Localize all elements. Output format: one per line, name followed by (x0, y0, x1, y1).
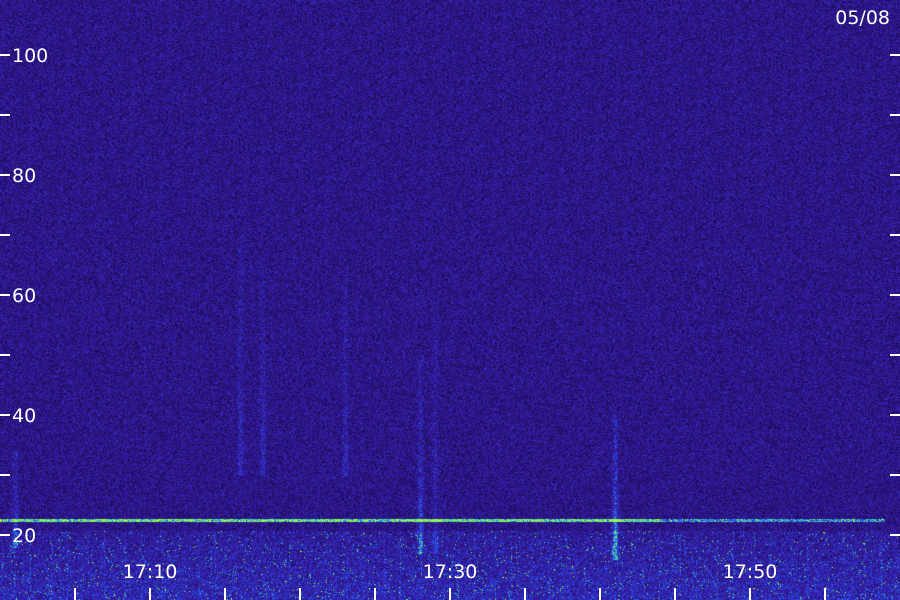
x-tick-label: 17:50 (723, 561, 778, 583)
x-tick-label: 17:10 (123, 561, 178, 583)
y-tick-label: 60 (12, 285, 36, 307)
y-tick-label: 20 (12, 525, 36, 547)
y-tick-label: 40 (12, 405, 36, 427)
spectrogram-chart: 20 40 60 80 100 17:10 17:30 17:50 05/08 (0, 0, 900, 600)
y-ticks-right (890, 54, 900, 536)
y-tick-label: 80 (12, 165, 36, 187)
x-tick-label: 17:30 (423, 561, 478, 583)
y-tick-labels: 20 40 60 80 100 (12, 45, 48, 547)
y-tick-label: 100 (12, 45, 48, 67)
axes-overlay: 20 40 60 80 100 17:10 17:30 17:50 05/08 (0, 7, 900, 600)
x-tick-labels: 17:10 17:30 17:50 (123, 561, 778, 583)
date-label: 05/08 (835, 7, 890, 29)
x-ticks (74, 588, 826, 600)
y-ticks-left (0, 54, 10, 536)
